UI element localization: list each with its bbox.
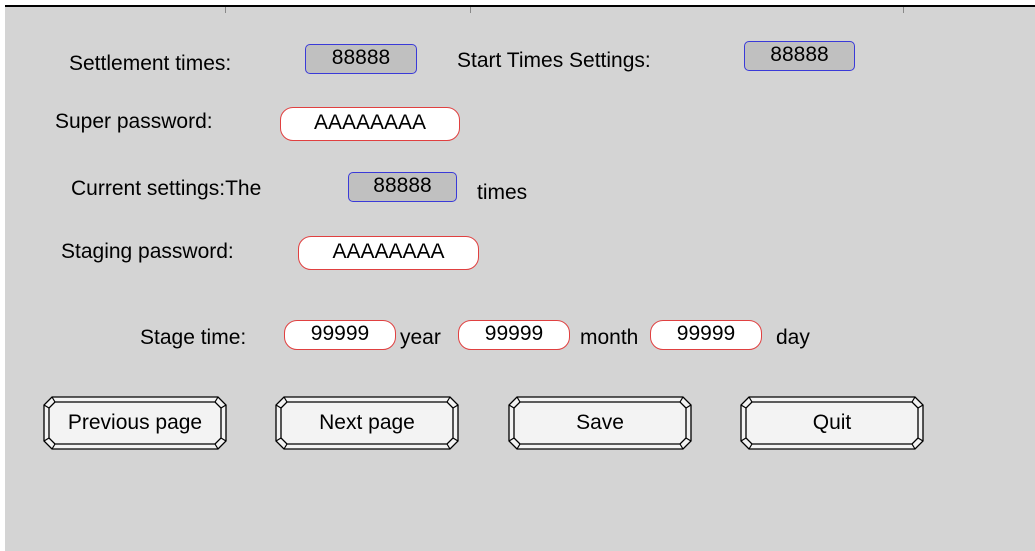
quit-label: Quit — [812, 411, 852, 434]
next-page-button[interactable]: Next page — [274, 395, 460, 451]
quit-button[interactable]: Quit — [739, 395, 925, 451]
staging-password-field[interactable]: AAAAAAAA — [298, 236, 479, 270]
current-settings-field[interactable]: 88888 — [348, 172, 457, 202]
times-label: times — [477, 181, 528, 204]
frame-tick — [903, 7, 904, 13]
save-button[interactable]: Save — [507, 395, 693, 451]
save-label: Save — [576, 411, 624, 434]
frame-tick — [470, 7, 471, 13]
settlement-times-label: Settlement times: — [69, 52, 232, 75]
stage-month-field[interactable]: 99999 — [458, 320, 570, 350]
stage-year-field[interactable]: 99999 — [284, 320, 396, 350]
stage-day-field[interactable]: 99999 — [650, 320, 762, 350]
next-page-label: Next page — [319, 411, 415, 434]
current-settings-label: Current settings:The — [71, 177, 262, 200]
month-label: month — [580, 326, 639, 349]
staging-password-label: Staging password: — [61, 240, 234, 263]
day-label: day — [776, 326, 810, 349]
start-times-settings-label: Start Times Settings: — [457, 49, 651, 72]
year-label: year — [400, 326, 441, 349]
frame-tick — [225, 7, 226, 13]
previous-page-label: Previous page — [67, 411, 203, 434]
super-password-label: Super password: — [55, 110, 213, 133]
settlement-times-field[interactable]: 88888 — [305, 44, 417, 74]
previous-page-button[interactable]: Previous page — [42, 395, 228, 451]
start-times-settings-field[interactable]: 88888 — [744, 41, 855, 71]
settings-panel: Settlement times: 88888 Start Times Sett… — [5, 5, 1035, 551]
super-password-field[interactable]: AAAAAAAA — [280, 107, 460, 141]
stage-time-label: Stage time: — [140, 326, 247, 349]
